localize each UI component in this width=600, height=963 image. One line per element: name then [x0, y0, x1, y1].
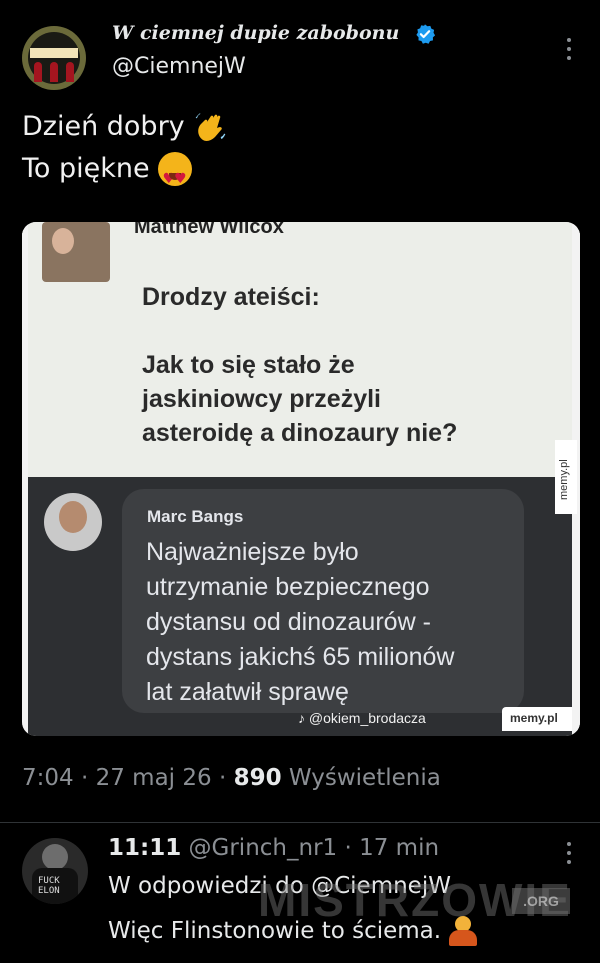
views-count: 890	[233, 765, 282, 791]
reply-age[interactable]: 17 min	[359, 835, 439, 861]
answer-bubble: Marc Bangs Najważniejsze było utrzymanie…	[122, 489, 524, 713]
author-display-name[interactable]: W ciemnej dupie zabobonu	[112, 22, 399, 44]
author-avatar[interactable]	[22, 26, 86, 90]
divider	[0, 822, 600, 823]
meme-question-panel: Matthew Wilcox Drodzy ateiści: Jak to si…	[22, 222, 580, 477]
site-watermark-tld: .ORG	[512, 888, 570, 914]
answer-author-photo	[44, 493, 102, 551]
author-handle[interactable]: @CiemnejW	[112, 54, 246, 79]
reply-avatar[interactable]: FUCK ELON	[22, 838, 88, 904]
more-options-icon[interactable]	[566, 38, 572, 60]
memy-watermark: memy.pl	[510, 711, 558, 725]
tweet-media-image[interactable]: Matthew Wilcox Drodzy ateiści: Jak to si…	[22, 222, 580, 736]
reply-handle[interactable]: @Grinch_nr1	[189, 835, 338, 861]
tweet-text-line2: To piękne	[22, 153, 150, 184]
views-label: Wyświetlenia	[288, 765, 441, 791]
tweet-text-line1: Dzień dobry	[22, 111, 185, 142]
tweet-date[interactable]: 27 maj 26	[96, 765, 212, 791]
question-text: Drodzy ateiści: Jak to się stało że jask…	[142, 283, 458, 447]
answer-text: Najważniejsze było utrzymanie bezpieczne…	[146, 538, 455, 706]
meme-answer-panel: Marc Bangs Najważniejsze było utrzymanie…	[22, 477, 580, 736]
question-author-photo	[42, 222, 110, 282]
answer-author-name: Marc Bangs	[147, 507, 244, 526]
reply-time: 11:11	[108, 835, 182, 861]
tiktok-credit: ♪ @okiem_brodacza	[298, 710, 426, 726]
heart-eyes-emoji	[157, 152, 192, 200]
waving-hand-emoji	[194, 112, 226, 141]
tweet-meta: 7:04 · 27 maj 26 · 890 Wyświetlenia	[22, 765, 441, 791]
reply-more-options-icon[interactable]	[566, 842, 572, 864]
question-author-name: Matthew Wilcox	[134, 222, 284, 238]
tweet-time[interactable]: 7:04	[22, 765, 74, 791]
tweet-text: Dzień dobry To piękne	[22, 106, 227, 200]
side-watermark: memy.pl	[555, 440, 577, 514]
reply-header: 11:11 @Grinch_nr1 · 17 min	[108, 835, 440, 861]
verified-badge-icon	[416, 24, 436, 44]
tiktok-icon: ♪	[298, 710, 305, 726]
